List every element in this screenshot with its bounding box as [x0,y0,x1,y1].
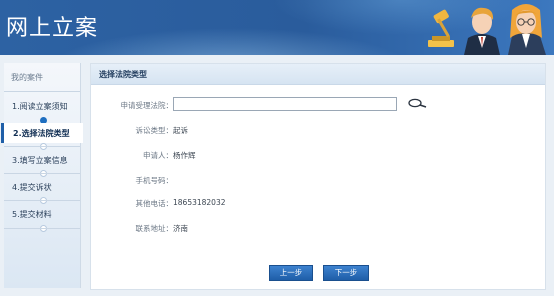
prev-step-button[interactable]: 上一步 [269,265,313,281]
page-title: 网上立案 [6,16,99,41]
field-value: 起诉 [173,126,188,135]
address-row: 联系地址： 济南 [91,221,545,237]
step-submit-materials[interactable]: 5.提交材料 [4,204,80,224]
court-input[interactable] [173,97,397,111]
litigation-type-row: 诉讼类型： 起诉 [91,123,545,139]
field-value: 杨作辉 [173,151,196,160]
field-label: 诉讼类型： [135,126,174,135]
field-label: 申请人： [143,151,173,160]
step-submit-complaint[interactable]: 4.提交诉状 [4,177,80,197]
step-fill-case-info[interactable]: 3.填写立案信息 [4,150,80,170]
step-divider [4,146,80,147]
step-divider [4,228,80,229]
court-row: 申请受理法院： [91,97,545,114]
step-label: 2.选择法院类型 [13,129,70,138]
other-phone-row: 其他电话： 18653182032 [91,196,545,212]
applicant-row: 申请人： 杨作辉 [91,148,545,164]
case-steps-sidebar: 我的案件 1.阅读立案须知 2.选择法院类型 3.填写立案信息 4.提交诉状 5… [1,63,83,288]
step-select-court-type[interactable]: 2.选择法院类型 [1,123,83,143]
lawyer-figures-illustration [428,4,546,55]
court-label: 申请受理法院： [120,101,174,110]
man-figure [464,7,500,55]
woman-figure [508,4,546,55]
court-type-panel: 选择法院类型 申请受理法院： 诉讼类型： 起诉 申请人： 杨作辉 手机号码： 其… [90,63,546,290]
sidebar-heading-row: 我的案件 [4,63,80,92]
field-value: 济南 [173,224,188,233]
site-header: 网上立案 [0,0,554,55]
judge-gavel-icon [428,9,454,47]
sidebar-heading[interactable]: 我的案件 [11,72,43,83]
field-value: 18653182032 [173,198,226,207]
step-divider [4,173,80,174]
step-label: 5.提交材料 [12,210,52,219]
step-label: 3.填写立案信息 [12,156,68,165]
panel-title: 选择法院类型 [99,70,147,79]
step-read-notice[interactable]: 1.阅读立案须知 [4,96,80,116]
step-divider [4,200,80,201]
field-label: 联系地址： [135,224,174,233]
step-label: 1.阅读立案须知 [12,102,68,111]
next-step-button[interactable]: 下一步 [323,265,369,281]
step-label: 4.提交诉状 [12,183,52,192]
field-label: 其他电话： [135,199,174,208]
search-icon[interactable] [407,98,427,110]
field-label: 手机号码： [135,176,174,185]
mobile-row: 手机号码： [91,173,545,189]
panel-header: 选择法院类型 [91,64,545,85]
